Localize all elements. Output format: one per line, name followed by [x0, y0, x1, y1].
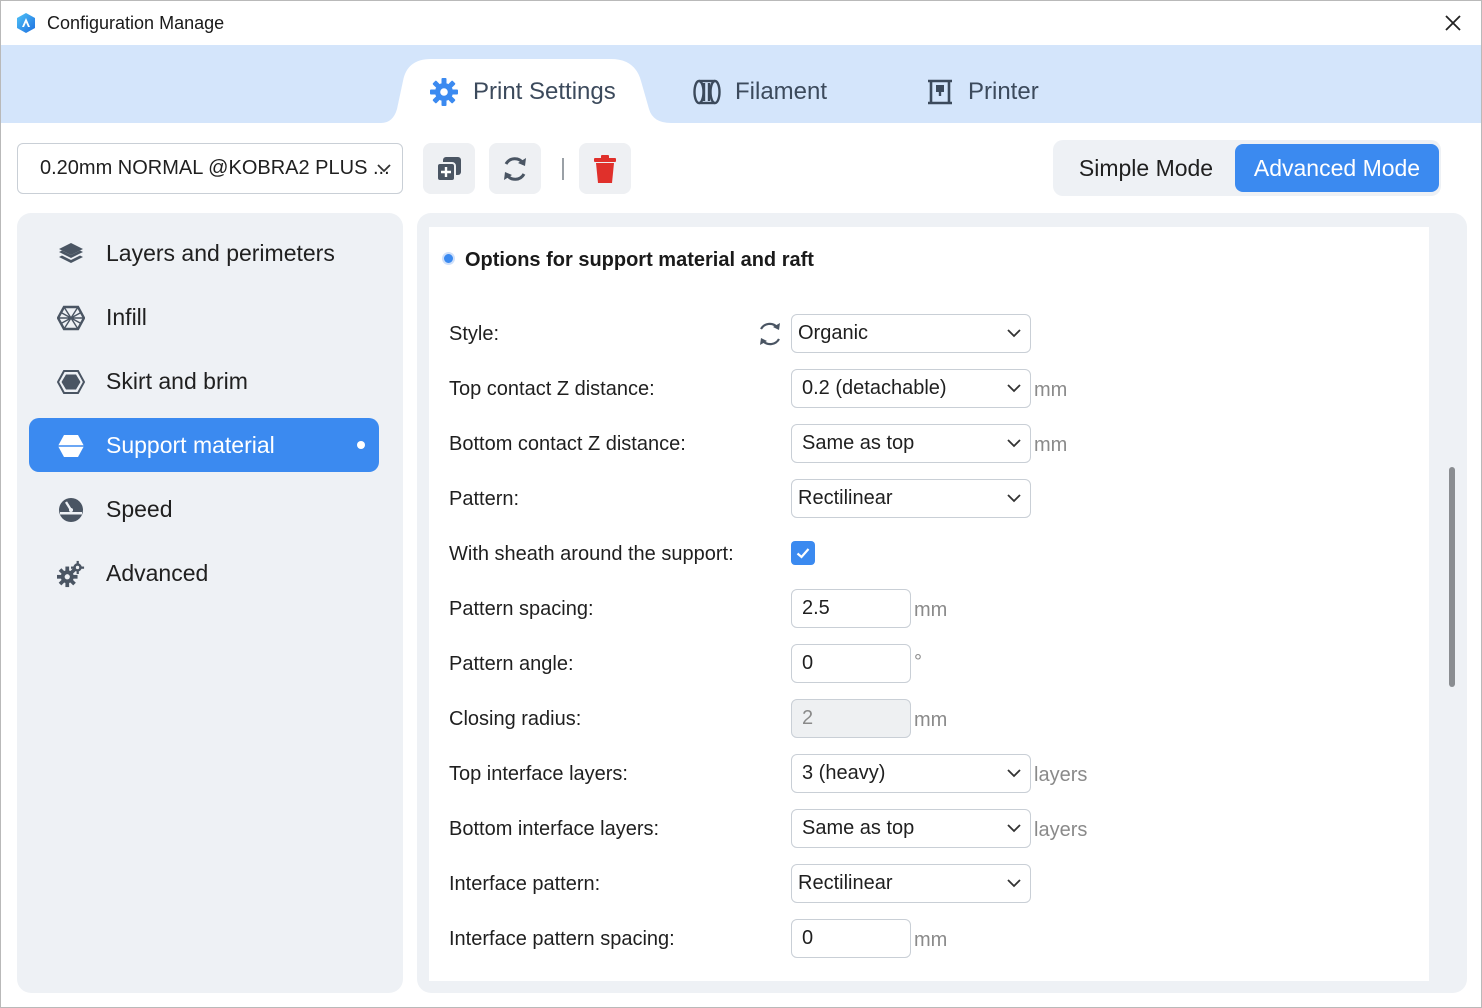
setting-label: With sheath around the support: [449, 543, 734, 565]
modified-indicator [357, 441, 365, 449]
sidebar-item-infill[interactable]: Infill [29, 290, 379, 344]
speedometer-icon [57, 496, 85, 524]
sidebar-item-label: Advanced [106, 560, 209, 586]
sidebar-item-label: Support material [106, 432, 275, 458]
setting-label: Pattern spacing: [449, 598, 594, 620]
delete-button[interactable] [579, 143, 631, 194]
unit-label: mm [1034, 379, 1068, 401]
title-bar: Configuration Manage [1, 1, 1481, 45]
category-sidebar: Layers and perimeters Infill Skirt and b… [17, 213, 403, 993]
sidebar-item-skirt-and-brim[interactable]: Skirt and brim [29, 354, 379, 408]
unit-label: layers [1034, 764, 1088, 786]
mode-switch: Simple Mode Advanced Mode [1053, 140, 1441, 196]
advanced-mode-button[interactable]: Advanced Mode [1235, 144, 1439, 192]
chevron-down-icon [1007, 769, 1021, 778]
style-select[interactable]: Organic [791, 314, 1031, 353]
skirt-hexagon-icon [57, 368, 85, 396]
combo-value: Organic [798, 322, 869, 344]
tab-label: Print Settings [473, 78, 616, 105]
copy-plus-icon [436, 156, 461, 182]
checkmark-icon [796, 548, 810, 559]
chevron-down-icon [1007, 329, 1021, 338]
toolbar-separator [562, 158, 564, 180]
sidebar-item-advanced[interactable]: Advanced [29, 546, 379, 600]
combo-value: Rectilinear [798, 487, 893, 509]
bottom-interface-layers-combo[interactable]: Same as top [791, 809, 1031, 848]
combo-value: 0.2 (detachable) [802, 377, 947, 399]
setting-label: Closing radius: [449, 708, 582, 730]
tab-filament[interactable]: Filament [693, 53, 827, 131]
app-logo-icon [17, 13, 35, 33]
gear-icon [429, 77, 459, 107]
reset-value-icon[interactable] [755, 319, 785, 349]
support-icon [57, 432, 85, 460]
setting-label: Bottom contact Z distance: [449, 433, 686, 455]
chevron-down-icon [1007, 824, 1021, 833]
chevron-down-icon [1007, 384, 1021, 393]
section-title: Options for support material and raft [465, 249, 814, 271]
sidebar-item-label: Speed [106, 496, 173, 522]
duplicate-button[interactable] [423, 143, 475, 194]
pattern-select[interactable]: Rectilinear [791, 479, 1031, 518]
setting-label: Pattern: [449, 488, 520, 510]
reset-button[interactable] [489, 143, 541, 194]
unit-label: mm [914, 599, 948, 621]
unit-label: mm [1034, 434, 1068, 456]
unit-label: ° [914, 651, 922, 673]
sidebar-item-speed[interactable]: Speed [29, 482, 379, 536]
chevron-down-icon [377, 164, 391, 173]
setting-label: Bottom interface layers: [449, 818, 660, 840]
setting-label: Top contact Z distance: [449, 378, 655, 400]
trash-icon [594, 154, 616, 183]
sidebar-item-support-material[interactable]: Support material [29, 418, 379, 472]
chevron-down-icon [1007, 439, 1021, 448]
setting-label: Interface pattern: [449, 873, 601, 895]
preset-value: 0.20mm NORMAL @KOBRA2 PLUS ... [40, 157, 390, 179]
combo-value: 3 (heavy) [802, 762, 886, 784]
vertical-scrollbar[interactable] [1449, 467, 1455, 687]
combo-value: Same as top [802, 817, 915, 839]
interface-pattern-select[interactable]: Rectilinear [791, 864, 1031, 903]
top-interface-layers-combo[interactable]: 3 (heavy) [791, 754, 1031, 793]
sidebar-item-label: Infill [106, 304, 147, 330]
chevron-down-icon [1007, 494, 1021, 503]
combo-value: Rectilinear [798, 872, 893, 894]
sheath-checkbox[interactable] [791, 541, 815, 565]
refresh-icon [504, 156, 526, 181]
config-window: Configuration Manage Print Settings Fila… [0, 0, 1482, 1008]
top-contact-z-distance-combo[interactable]: 0.2 (detachable) [791, 369, 1031, 408]
unit-label: mm [914, 929, 948, 951]
tab-label: Printer [968, 78, 1039, 105]
close-button[interactable] [1431, 5, 1475, 41]
combo-value: Same as top [802, 432, 915, 454]
tab-print-settings[interactable]: Print Settings [429, 53, 616, 131]
closing-radius-input: 2 [791, 699, 911, 738]
printer-icon [926, 78, 954, 106]
infill-hexagon-icon [57, 304, 85, 332]
pattern-spacing-input[interactable]: 2.5 [791, 589, 911, 628]
filament-spool-icon [693, 79, 721, 105]
section-bullet-icon [442, 252, 455, 265]
simple-mode-button[interactable]: Simple Mode [1057, 144, 1235, 192]
window-title: Configuration Manage [47, 13, 225, 33]
tab-printer[interactable]: Printer [926, 53, 1039, 131]
chevron-down-icon [1007, 879, 1021, 888]
close-icon [1445, 15, 1461, 31]
setting-label: Style: [449, 323, 500, 345]
layers-icon [57, 240, 85, 268]
pattern-angle-input[interactable]: 0 [791, 644, 911, 683]
gears-icon [57, 560, 85, 588]
interface-pattern-spacing-input[interactable]: 0 [791, 919, 911, 958]
unit-label: mm [914, 709, 948, 731]
sidebar-item-layers-and-perimeters[interactable]: Layers and perimeters [29, 226, 379, 280]
unit-label: layers [1034, 819, 1088, 841]
sidebar-item-label: Skirt and brim [106, 368, 248, 394]
tab-label: Filament [735, 78, 828, 105]
setting-label: Interface pattern spacing: [449, 928, 675, 950]
setting-label: Pattern angle: [449, 653, 574, 675]
sidebar-item-label: Layers and perimeters [106, 240, 335, 266]
setting-label: Top interface layers: [449, 763, 628, 785]
bottom-contact-z-distance-combo[interactable]: Same as top [791, 424, 1031, 463]
preset-select[interactable]: 0.20mm NORMAL @KOBRA2 PLUS ... [17, 143, 403, 194]
